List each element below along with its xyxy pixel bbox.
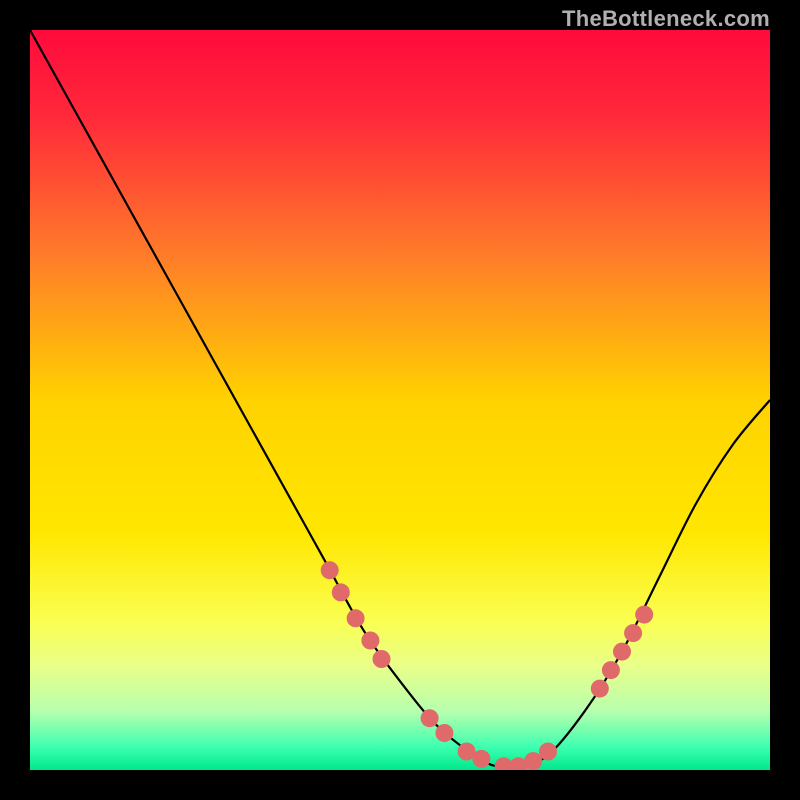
data-marker (602, 661, 620, 679)
gradient-background (30, 30, 770, 770)
data-marker (539, 743, 557, 761)
data-marker (435, 724, 453, 742)
data-marker (591, 680, 609, 698)
chart-container: TheBottleneck.com (0, 0, 800, 800)
data-marker (421, 709, 439, 727)
data-marker (347, 609, 365, 627)
data-marker (613, 643, 631, 661)
chart-svg (30, 30, 770, 770)
data-marker (321, 561, 339, 579)
data-marker (332, 583, 350, 601)
plot-area (30, 30, 770, 770)
watermark-text: TheBottleneck.com (562, 6, 770, 32)
data-marker (361, 632, 379, 650)
data-marker (624, 624, 642, 642)
data-marker (635, 606, 653, 624)
data-marker (373, 650, 391, 668)
data-marker (524, 752, 542, 770)
data-marker (472, 750, 490, 768)
